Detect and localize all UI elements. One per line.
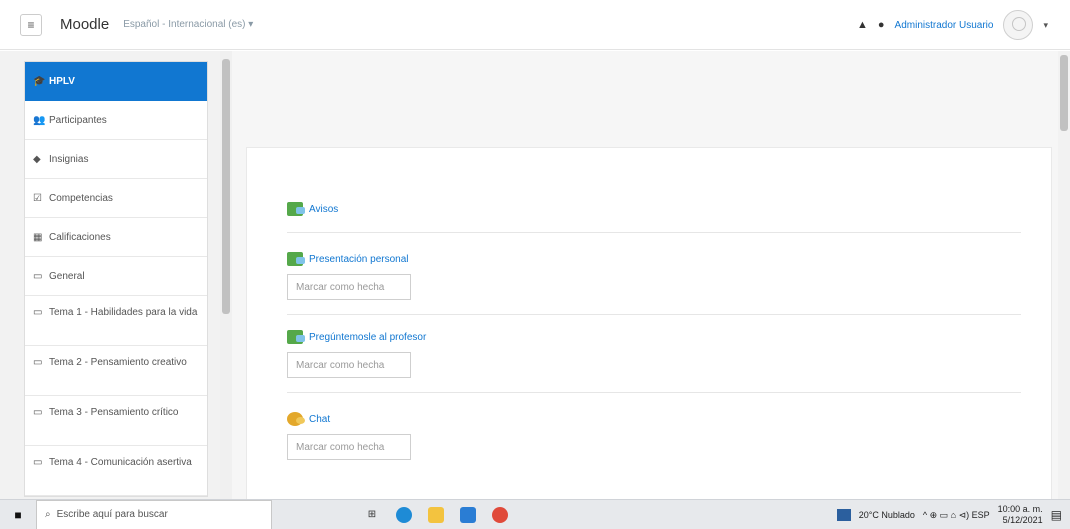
activity-link[interactable]: Pregúntemosle al profesor bbox=[287, 330, 1021, 344]
drawer-item-label: Tema 3 - Pensamiento crítico bbox=[49, 407, 179, 418]
drawer-item-label: General bbox=[49, 270, 85, 282]
drawer-item-insignias[interactable]: ◆ Insignias bbox=[25, 140, 207, 179]
folder-icon: ▭ bbox=[33, 307, 43, 318]
drawer-item-label: Competencias bbox=[49, 192, 113, 204]
activity-title: Pregúntemosle al profesor bbox=[309, 331, 427, 343]
notifications-icon[interactable]: ▤ bbox=[1051, 508, 1062, 522]
main-scrollbar[interactable] bbox=[1058, 51, 1070, 499]
activity-divider bbox=[287, 392, 1021, 393]
drawer-scrollbar[interactable] bbox=[220, 51, 232, 499]
forum-icon bbox=[287, 202, 305, 216]
drawer-item-label: Tema 2 - Pensamiento creativo bbox=[49, 357, 187, 368]
taskbar-search[interactable]: ⌕ Escribe aquí para buscar bbox=[36, 499, 272, 529]
activity-link[interactable]: Chat bbox=[287, 412, 1021, 426]
folder-icon: ▭ bbox=[33, 407, 43, 418]
activity-title: Avisos bbox=[309, 203, 339, 215]
drawer-item-tema-4[interactable]: ▭ Tema 4 - Comunicación asertiva bbox=[25, 446, 207, 496]
activity-preguntemosle: Pregúntemosle al profesor Marcar como he… bbox=[287, 330, 1021, 378]
clock[interactable]: 10:00 a. m. 5/12/2021 bbox=[998, 504, 1043, 526]
brand-name[interactable]: Moodle bbox=[60, 16, 109, 33]
mail-icon[interactable] bbox=[460, 506, 476, 523]
drawer-item-label: Participantes bbox=[49, 114, 107, 126]
drawer-scrollbar-thumb[interactable] bbox=[222, 59, 230, 314]
course-drawer: 🎓 HPLV 👥 Participantes ◆ Insignias ☑ Com… bbox=[0, 51, 232, 499]
weather-text[interactable]: 20°C Nublado bbox=[859, 510, 915, 520]
activity-divider bbox=[287, 314, 1021, 315]
drawer-item-calificaciones[interactable]: ▦ Calificaciones bbox=[25, 218, 207, 257]
top-navbar: ≡ Moodle Español - Internacional (es) ▾ … bbox=[0, 0, 1070, 50]
file-explorer-icon[interactable] bbox=[428, 506, 444, 523]
main-scrollbar-thumb[interactable] bbox=[1060, 55, 1068, 131]
edge-browser-icon[interactable] bbox=[396, 506, 412, 523]
user-nav: ▲ ● Administrador Usuario ▾ bbox=[857, 0, 1048, 50]
shield-icon: ◆ bbox=[33, 153, 41, 165]
moodle-window: ≡ Moodle Español - Internacional (es) ▾ … bbox=[0, 0, 1070, 529]
chat-bubble-icon bbox=[287, 412, 305, 426]
language-selector[interactable]: Español - Internacional (es) ▾ bbox=[123, 19, 253, 30]
mark-done-button[interactable]: Marcar como hecha bbox=[287, 352, 411, 378]
table-icon: ▦ bbox=[33, 231, 43, 243]
activity-presentacion: Presentación personal Marcar como hecha bbox=[287, 252, 1021, 300]
drawer-item-label: Calificaciones bbox=[49, 231, 111, 243]
chrome-browser-icon[interactable] bbox=[492, 506, 508, 523]
windows-taskbar: ■ ⌕ Escribe aquí para buscar ⊞ 20°C Nubl… bbox=[0, 499, 1070, 529]
drawer-item-participantes[interactable]: 👥 Participantes bbox=[25, 101, 207, 140]
folder-icon: ▭ bbox=[33, 357, 43, 368]
folder-icon: ▭ bbox=[33, 457, 43, 468]
activity-chat: Chat Marcar como hecha bbox=[287, 412, 1021, 460]
mark-done-button[interactable]: Marcar como hecha bbox=[287, 434, 411, 460]
menu-icon[interactable]: ≡ bbox=[20, 13, 42, 36]
folder-icon: ▭ bbox=[33, 270, 43, 282]
clock-time: 10:00 a. m. bbox=[997, 504, 1043, 514]
drawer-item-label: Insignias bbox=[49, 153, 89, 165]
chat-icon[interactable]: ● bbox=[878, 19, 885, 31]
weather-icon bbox=[836, 509, 851, 521]
activity-divider bbox=[287, 232, 1021, 233]
drawer-nav-list: 🎓 HPLV 👥 Participantes ◆ Insignias ☑ Com… bbox=[24, 61, 208, 497]
graduation-cap-icon: 🎓 bbox=[33, 76, 46, 87]
drawer-item-general[interactable]: ▭ General bbox=[25, 257, 207, 296]
users-icon: 👥 bbox=[33, 114, 46, 126]
user-name[interactable]: Administrador Usuario bbox=[895, 20, 994, 31]
drawer-item-hplv[interactable]: 🎓 HPLV bbox=[25, 62, 207, 101]
activity-title: Presentación personal bbox=[309, 253, 409, 265]
search-placeholder: Escribe aquí para buscar bbox=[56, 509, 168, 520]
avatar[interactable] bbox=[1003, 10, 1034, 40]
task-view-icon[interactable]: ⊞ bbox=[364, 507, 380, 523]
course-content: Avisos Presentación personal Marcar como… bbox=[246, 147, 1052, 507]
drawer-item-label: Tema 1 - Habilidades para la vida bbox=[49, 307, 198, 318]
forum-icon bbox=[287, 330, 305, 344]
activity-link[interactable]: Avisos bbox=[287, 202, 1021, 216]
main-region: Avisos Presentación personal Marcar como… bbox=[232, 51, 1070, 507]
tray-icons[interactable]: ^ ⊕ ▭ ⌂ ⊲) ESP bbox=[923, 510, 990, 521]
drawer-item-tema-3[interactable]: ▭ Tema 3 - Pensamiento crítico bbox=[25, 396, 207, 446]
activity-avisos: Avisos bbox=[287, 202, 1021, 216]
drawer-item-tema-1[interactable]: ▭ Tema 1 - Habilidades para la vida bbox=[25, 296, 207, 346]
bell-icon[interactable]: ▲ bbox=[857, 19, 868, 31]
caret-down-icon[interactable]: ▾ bbox=[1043, 20, 1048, 31]
drawer-item-tema-2[interactable]: ▭ Tema 2 - Pensamiento creativo bbox=[25, 346, 207, 396]
drawer-item-label: HPLV bbox=[49, 76, 75, 87]
drawer-item-label: Tema 4 - Comunicación asertiva bbox=[49, 457, 192, 468]
mark-done-button[interactable]: Marcar como hecha bbox=[287, 274, 411, 300]
activity-title: Chat bbox=[309, 413, 331, 425]
system-tray: 20°C Nublado ^ ⊕ ▭ ⌂ ⊲) ESP 10:00 a. m. … bbox=[836, 500, 1062, 529]
drawer-item-competencias[interactable]: ☑ Competencias bbox=[25, 179, 207, 218]
windows-start-icon[interactable]: ■ bbox=[0, 500, 36, 529]
check-square-icon: ☑ bbox=[33, 192, 42, 204]
forum-icon bbox=[287, 252, 305, 266]
taskbar-apps: ⊞ bbox=[364, 506, 508, 523]
clock-date: 5/12/2021 bbox=[1002, 515, 1043, 525]
activity-link[interactable]: Presentación personal bbox=[287, 252, 1021, 266]
search-icon: ⌕ bbox=[45, 509, 51, 520]
